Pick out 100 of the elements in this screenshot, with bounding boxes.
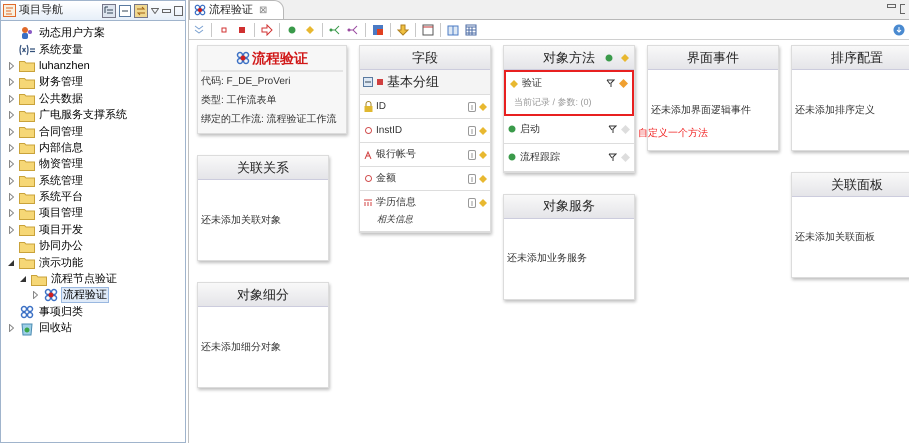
book-icon[interactable] — [447, 24, 459, 36]
calendar-icon[interactable] — [465, 24, 477, 36]
table-icon — [364, 199, 372, 206]
network-icon[interactable] — [329, 24, 341, 36]
folder-icon — [19, 240, 35, 253]
window-icon[interactable] — [422, 24, 434, 36]
method-params: 当前记录 / 参数: (0) — [513, 96, 593, 109]
tree-item[interactable]: 物资管理 — [37, 156, 85, 172]
minimize-icon[interactable] — [162, 8, 171, 12]
view-menu-icon[interactable] — [151, 8, 159, 14]
expand-arrow-icon[interactable] — [8, 193, 14, 202]
expand-arrow-icon[interactable] — [8, 128, 14, 136]
card-title: 关联面板 — [831, 176, 883, 194]
expand-arrow-icon[interactable] — [32, 291, 38, 300]
annotation: 自定义一个方法 — [638, 126, 708, 141]
field-name[interactable]: 银行帐号 — [376, 147, 465, 162]
people-icon — [20, 26, 34, 40]
tree-item[interactable]: luhanzhen — [37, 58, 92, 74]
expand-arrow-icon[interactable] — [8, 324, 14, 332]
tree-item[interactable]: 系统变量 — [37, 42, 85, 58]
collapse-arrow-icon[interactable] — [20, 276, 26, 282]
empty-message: 还未添加界面逻辑事件 — [651, 104, 751, 118]
field-name[interactable]: InstID — [376, 123, 465, 138]
maximize-icon[interactable] — [174, 6, 183, 16]
arrow-right-icon[interactable] — [261, 24, 273, 36]
diamond-icon — [510, 80, 518, 88]
info-icon[interactable] — [468, 174, 476, 184]
tree-item[interactable]: 公共数据 — [37, 90, 85, 107]
tree-item[interactable]: 协同办公 — [37, 238, 85, 254]
info-icon[interactable] — [468, 126, 476, 136]
folder-icon — [19, 223, 35, 236]
folder-icon — [31, 272, 47, 286]
info-icon[interactable] — [468, 150, 476, 160]
field-name[interactable]: 金额 — [376, 171, 465, 186]
expand-arrow-icon[interactable] — [8, 62, 14, 70]
folder-icon — [19, 108, 35, 122]
method-row[interactable]: 启动 — [504, 116, 634, 144]
minimize-icon[interactable] — [887, 4, 896, 8]
download-icon[interactable] — [893, 24, 905, 36]
tree-item[interactable]: 系统平台 — [37, 189, 85, 206]
chevron-down-icon[interactable] — [193, 24, 205, 36]
tree-item[interactable]: 合同管理 — [37, 124, 85, 140]
info-icon[interactable] — [468, 102, 476, 112]
tree-item[interactable]: 流程验证 — [61, 287, 109, 304]
method-row[interactable]: 流程跟踪 — [504, 144, 634, 172]
expand-arrow-icon[interactable] — [8, 111, 14, 120]
tree-item[interactable]: 动态用户方案 — [37, 25, 107, 42]
group-title: 基本分组 — [387, 73, 439, 92]
diamond-icon[interactable] — [304, 24, 316, 36]
empty-message: 还未添加业务服务 — [507, 252, 587, 266]
letter-icon — [364, 150, 372, 158]
folder-icon — [19, 141, 35, 154]
folder-icon — [19, 190, 35, 204]
arrow-down-icon[interactable] — [397, 24, 409, 36]
card-title: 字段 — [412, 48, 438, 67]
field-name[interactable]: ID — [376, 99, 465, 114]
card-title: 排序配置 — [831, 48, 883, 67]
method-row[interactable]: 验证 当前记录 / 参数: (0) — [504, 70, 634, 116]
expand-arrow-icon[interactable] — [8, 209, 14, 218]
tree-item[interactable]: 回收站 — [37, 320, 74, 336]
tree-item[interactable]: 事项归类 — [37, 304, 85, 320]
tree-item[interactable]: 项目管理 — [37, 205, 85, 222]
card-title: 对象方法 — [543, 48, 595, 67]
info-line: 代码: F_DE_ProVeri — [201, 75, 292, 89]
square-icon — [377, 79, 383, 85]
field-name[interactable]: 学历信息 — [376, 195, 465, 210]
dot-icon — [508, 125, 516, 133]
tree-item[interactable]: 系统管理 — [37, 172, 85, 189]
expand-arrow-icon[interactable] — [8, 176, 14, 185]
tree-item[interactable]: 演示功能 — [37, 254, 85, 271]
collapse-all-icon[interactable] — [119, 4, 131, 16]
flower-icon — [236, 51, 250, 65]
tree-view-icon[interactable] — [102, 4, 116, 18]
folder-icon — [19, 76, 35, 89]
expand-arrow-icon[interactable] — [8, 78, 14, 86]
tree-item[interactable]: 流程节点验证 — [49, 271, 119, 288]
expand-arrow-icon[interactable] — [8, 144, 14, 152]
empty-message: 还未添加细分对象 — [201, 340, 281, 354]
tree-item[interactable]: 项目开发 — [37, 222, 85, 238]
tree-item[interactable]: 广电服务支撑系统 — [37, 107, 129, 124]
card-title: 关联关系 — [237, 158, 289, 177]
card-title: 对象细分 — [237, 286, 289, 304]
collapse-icon[interactable] — [363, 77, 373, 87]
expand-arrow-icon[interactable] — [8, 160, 14, 168]
network-icon[interactable] — [347, 24, 359, 36]
card-title: 界面事件 — [687, 48, 739, 67]
circle-icon — [364, 175, 372, 182]
editor-tab[interactable]: 流程验证 ⊠ — [189, 0, 284, 19]
expand-arrow-icon[interactable] — [8, 94, 14, 103]
tree-item[interactable]: 财务管理 — [37, 74, 85, 90]
collapse-arrow-icon[interactable] — [8, 260, 14, 266]
info-icon[interactable] — [468, 198, 476, 208]
maximize-icon[interactable] — [900, 4, 905, 14]
close-button[interactable]: ⊠ — [259, 2, 267, 18]
expand-arrow-icon[interactable] — [8, 226, 14, 234]
dot-icon[interactable] — [286, 24, 298, 36]
method-name: 验证 — [522, 77, 543, 91]
folder-icon — [19, 92, 35, 106]
tree-item[interactable]: 内部信息 — [37, 140, 85, 156]
category-icon — [20, 304, 34, 319]
